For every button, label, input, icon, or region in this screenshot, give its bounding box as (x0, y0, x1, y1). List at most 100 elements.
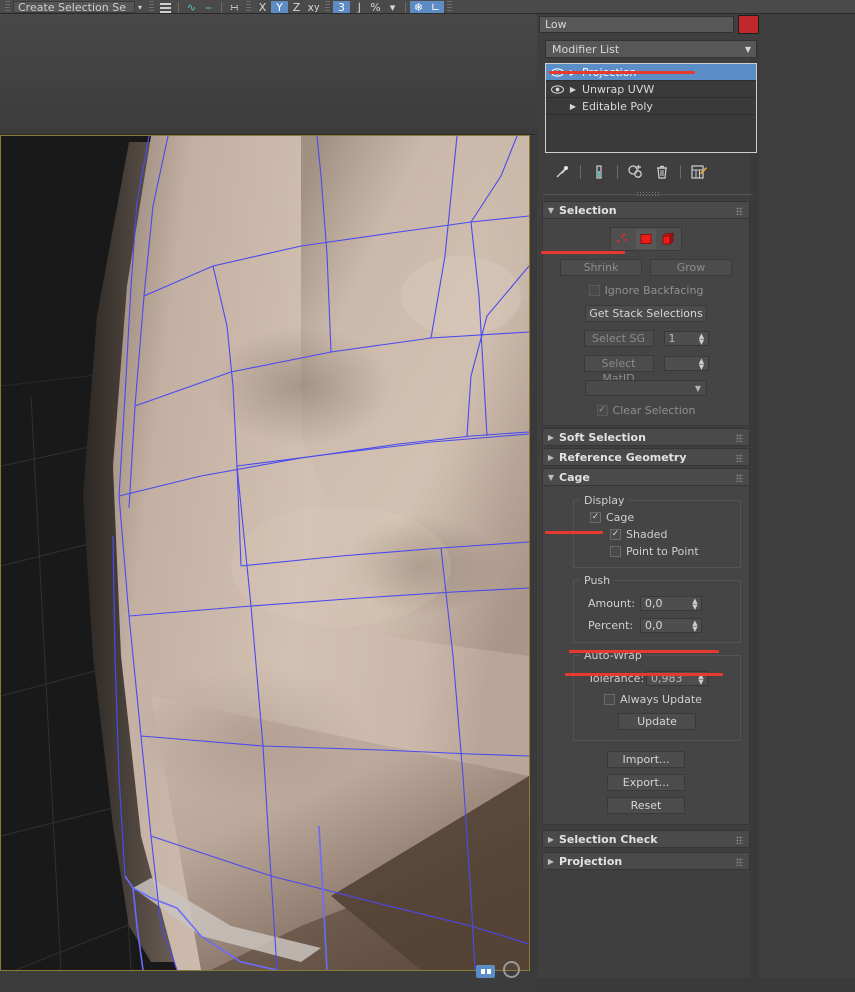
eye-icon[interactable] (549, 84, 566, 94)
face-selection-icon[interactable] (635, 229, 656, 249)
drag-handle-icon[interactable] (736, 454, 743, 462)
rollout-selection-header[interactable]: ▼ Selection (542, 201, 750, 219)
schematic-view-icon[interactable]: ∺ (226, 1, 243, 13)
cage-checkbox-row: ✓ Cage (590, 511, 732, 524)
cage-checkbox[interactable]: ✓ (590, 512, 601, 523)
reset-button[interactable]: Reset (607, 797, 685, 814)
get-stack-selections-button[interactable]: Get Stack Selections (585, 305, 707, 322)
rollout-projection-header[interactable]: ▶ Projection (542, 852, 750, 870)
spinner-arrows-icon[interactable]: ▲ ▼ (698, 358, 706, 371)
pivot-icon[interactable]: ⌋ (350, 1, 367, 13)
drag-handle-icon[interactable] (736, 207, 743, 215)
curve-editor-icon[interactable]: ∿ (183, 1, 200, 13)
select-matid-spinner[interactable]: ▲ ▼ (663, 356, 709, 371)
select-sg-button[interactable]: Select SG (583, 330, 654, 347)
select-matid-button[interactable]: Select MatID (583, 355, 654, 385)
shaded-checkbox[interactable]: ✓ (610, 529, 621, 540)
import-button[interactable]: Import... (607, 751, 685, 768)
push-amount-spinner[interactable]: 0,0 ▲ ▼ (640, 596, 702, 611)
element-selection-icon[interactable] (659, 229, 679, 249)
spinner-arrows-icon[interactable]: ▲ ▼ (691, 620, 699, 633)
expand-triangle-icon[interactable]: ▶ (566, 85, 580, 94)
drag-handle-icon[interactable] (736, 434, 743, 442)
percent-snap-icon[interactable]: % (367, 1, 384, 13)
shrink-grow-row: Shrink Grow (549, 259, 743, 276)
axis-x-icon[interactable]: X (254, 1, 271, 13)
ignore-backfacing-checkbox[interactable] (588, 285, 600, 296)
taskbar-app-icon[interactable] (476, 965, 495, 978)
rollout-projection: ▶ Projection (542, 852, 750, 870)
object-name-row: Low (537, 14, 759, 34)
modifier-stack-empty-area[interactable] (546, 115, 756, 152)
create-selection-set-input[interactable]: Create Selection Se (13, 1, 135, 13)
rollout-title: Selection (559, 203, 617, 217)
axis-y-icon[interactable]: Y (271, 1, 289, 13)
vertex-selection-icon[interactable] (613, 229, 633, 249)
toolbar-grip-2[interactable] (149, 1, 155, 13)
toolbar-grip-5[interactable] (447, 1, 453, 13)
export-button[interactable]: Export... (607, 774, 685, 791)
mirror-icon[interactable] (157, 1, 174, 13)
object-name-input[interactable]: Low (539, 16, 734, 33)
toolbar-grip-3[interactable] (246, 1, 252, 13)
reference-coord-icon[interactable]: 3 (333, 1, 351, 13)
rollout-cage-body: Display ✓ Cage ✓ Shaded Point to Point P… (542, 486, 750, 825)
point-to-point-checkbox[interactable] (610, 546, 621, 557)
grow-button[interactable]: Grow (650, 259, 732, 276)
select-sg-spinner[interactable]: 1 ▲ ▼ (663, 331, 709, 346)
configure-modifier-sets-icon[interactable] (686, 162, 712, 182)
axis-z-icon[interactable]: Z (288, 1, 305, 13)
drag-handle-icon[interactable] (736, 858, 743, 866)
drag-handle-icon[interactable] (736, 836, 743, 844)
modifier-stack-item-editable-poly[interactable]: ▶ Editable Poly (546, 98, 756, 115)
modifier-list-dropdown[interactable]: Modifier List ▼ (545, 40, 757, 58)
always-update-label: Always Update (620, 693, 702, 706)
eye-icon[interactable] (549, 67, 566, 77)
toolbar-separator (680, 165, 681, 179)
rollout-soft-selection-header[interactable]: ▶ Soft Selection (542, 428, 750, 446)
modifier-stack[interactable]: ▶ Projection ▶ Unwrap UVW ▶ Editable Pol… (545, 63, 757, 153)
taskbar-circle-icon[interactable] (503, 961, 520, 978)
point-to-point-checkbox-label: Point to Point (626, 545, 699, 558)
object-color-swatch[interactable] (737, 15, 759, 34)
align-icon[interactable]: ⎯ (200, 1, 217, 13)
always-update-checkbox[interactable] (604, 694, 615, 705)
main-area: Low Modifier List ▼ ▶ Projection ▶ Unwra… (0, 14, 855, 992)
named-selection-dropdown[interactable]: ▼ (585, 380, 707, 396)
modifier-stack-toolbar (537, 161, 759, 183)
pin-stack-icon[interactable] (549, 162, 575, 182)
drag-handle-icon[interactable] (736, 474, 743, 482)
spinner-arrows-icon[interactable]: ▲ ▼ (698, 333, 706, 346)
sub-object-level-bar (610, 227, 682, 251)
snap-toggle-icon[interactable]: ❄ (410, 1, 428, 13)
expand-triangle-icon[interactable]: ▶ (566, 102, 580, 111)
show-end-result-icon[interactable] (586, 162, 612, 182)
panel-divider[interactable] (537, 189, 759, 199)
push-percent-spinner[interactable]: 0,0 ▲ ▼ (640, 618, 702, 633)
modifier-stack-item-unwrap-uvw[interactable]: ▶ Unwrap UVW (546, 81, 756, 98)
perspective-viewport[interactable] (0, 135, 530, 971)
rollout-selection-check-header[interactable]: ▶ Selection Check (542, 830, 750, 848)
spinner-arrows-icon[interactable]: ▲ ▼ (691, 598, 699, 611)
modifier-stack-item-projection[interactable]: ▶ Projection (546, 64, 756, 81)
toolbar-grip-4[interactable] (325, 1, 331, 13)
clear-selection-label: Clear Selection (612, 404, 696, 417)
expand-triangle-icon[interactable]: ▶ (566, 68, 580, 77)
angle-snap-icon[interactable]: ∟ (427, 1, 445, 13)
axis-xy-icon[interactable]: xy (305, 1, 322, 13)
viewport-canvas[interactable] (1, 136, 529, 970)
remove-modifier-icon[interactable] (649, 162, 675, 182)
shrink-button[interactable]: Shrink (560, 259, 642, 276)
percent-caret-icon[interactable]: ▾ (384, 1, 401, 13)
update-button[interactable]: Update (618, 713, 696, 730)
selection-set-caret-icon[interactable]: ▾ (138, 3, 142, 12)
rollout-reference-geometry-header[interactable]: ▶ Reference Geometry (542, 448, 750, 466)
expand-triangle-icon: ▶ (547, 834, 555, 844)
select-matid-row: Select MatID ▲ ▼ (549, 355, 743, 385)
make-unique-icon[interactable] (623, 162, 649, 182)
clear-selection-checkbox[interactable]: ✓ (596, 405, 608, 416)
rollout-cage-header[interactable]: ▼ Cage (542, 468, 750, 486)
autowrap-tolerance-spinner[interactable]: 0,983 ▲ ▼ (646, 671, 708, 686)
toolbar-grip[interactable] (5, 1, 10, 13)
spinner-arrows-icon[interactable]: ▲ ▼ (697, 673, 705, 686)
